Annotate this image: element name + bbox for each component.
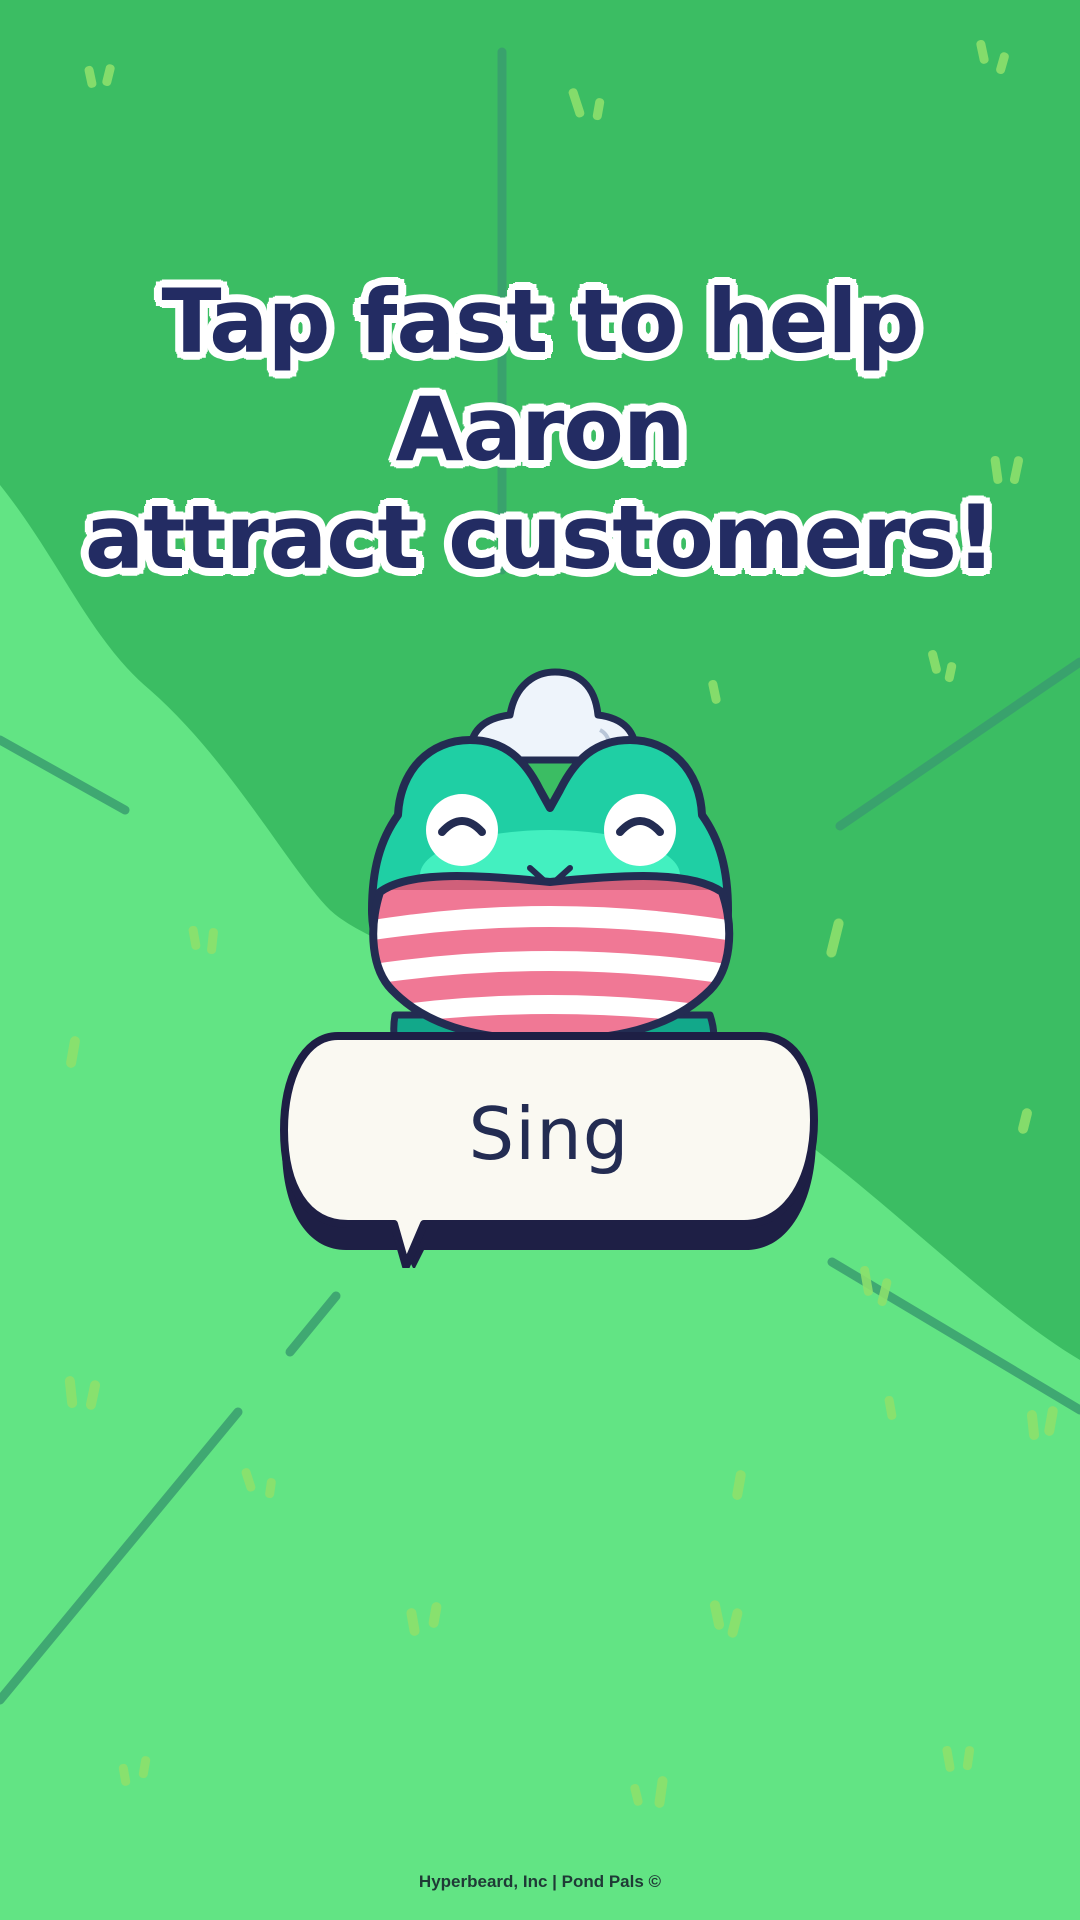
copyright-footer: Hyperbeard, Inc | Pond Pals © [418,1872,662,1891]
headline-line-2: attract customers! [84,486,996,589]
instruction-headline: Tap fast to help Aaron attract customers… [40,268,1040,592]
sing-button-label: Sing [468,1092,630,1176]
headline-line-1: Tap fast to help Aaron [161,270,919,481]
game-screen[interactable]: Tap fast to help Aaron attract customers… [0,0,1080,1920]
sing-button[interactable]: Sing [276,1028,822,1268]
